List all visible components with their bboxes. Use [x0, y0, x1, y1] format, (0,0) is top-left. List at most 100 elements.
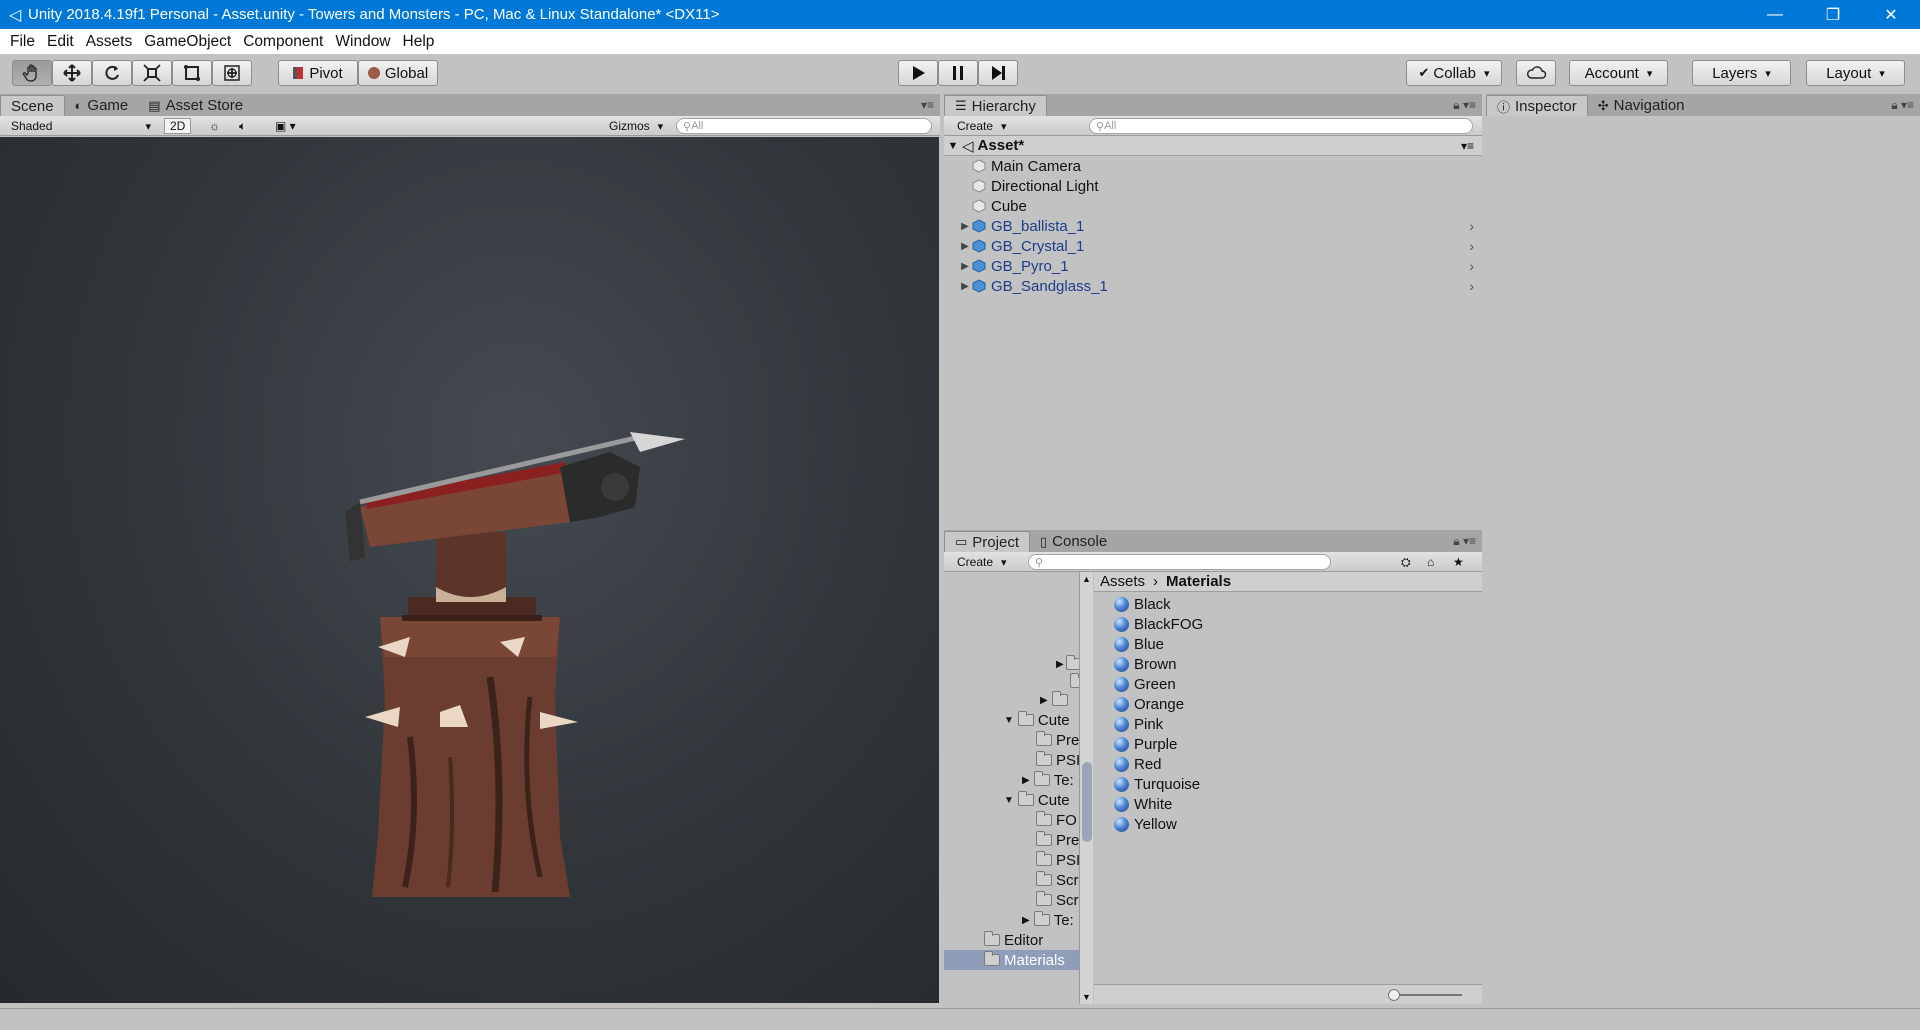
- pivot-toggle[interactable]: Pivot: [278, 60, 358, 86]
- scroll-down-icon[interactable]: ▼: [1082, 992, 1091, 1002]
- expand-arrow-icon[interactable]: ▶: [958, 241, 972, 252]
- tab-inspector[interactable]: ⓘ Inspector: [1486, 95, 1588, 116]
- hierarchy-item[interactable]: ▶ GB_Pyro_1 ›: [944, 256, 1482, 276]
- tree-folder-row[interactable]: ▼ Cute: [1004, 790, 1070, 810]
- tree-folder-row[interactable]: ▶: [1040, 690, 1072, 710]
- tree-folder-row[interactable]: PSI: [1036, 750, 1079, 770]
- hierarchy-item[interactable]: Cube: [944, 196, 1482, 216]
- tree-folder-row[interactable]: FO: [1036, 810, 1077, 830]
- tab-scene[interactable]: Scene: [0, 95, 65, 116]
- filter-by-label-icon[interactable]: ⌂: [1422, 554, 1439, 570]
- lock-icon[interactable]: 🔒︎ ▾≡: [1453, 534, 1476, 549]
- lighting-toggle-icon[interactable]: ☼: [204, 118, 225, 134]
- tab-navigation[interactable]: ✣ Navigation: [1588, 95, 1695, 116]
- pause-button[interactable]: [938, 60, 978, 86]
- favorite-star-icon[interactable]: ★: [1448, 554, 1469, 570]
- tab-project[interactable]: ▭ Project: [944, 531, 1030, 552]
- rect-tool-icon[interactable]: [172, 60, 212, 86]
- rotate-tool-icon[interactable]: [92, 60, 132, 86]
- collab-dropdown[interactable]: ✔ Collab: [1406, 60, 1502, 86]
- scale-tool-icon[interactable]: [132, 60, 172, 86]
- menu-gameobject[interactable]: GameObject: [138, 33, 237, 51]
- lock-icon[interactable]: 🔒︎ ▾≡: [1453, 98, 1476, 113]
- panel-menu-icon[interactable]: ▾≡: [921, 98, 934, 112]
- step-button[interactable]: [978, 60, 1018, 86]
- audio-toggle-icon[interactable]: 🔈︎: [234, 118, 251, 134]
- tab-hierarchy[interactable]: ☰ Hierarchy: [944, 95, 1047, 116]
- layers-dropdown[interactable]: Layers: [1692, 60, 1791, 86]
- scene-search-input[interactable]: ⚲ All: [676, 118, 932, 134]
- hierarchy-item[interactable]: Directional Light: [944, 176, 1482, 196]
- tab-game[interactable]: ◐ Game: [65, 95, 139, 116]
- expand-arrow-icon[interactable]: ▶: [958, 281, 972, 292]
- hierarchy-item[interactable]: ▶ GB_Crystal_1 ›: [944, 236, 1482, 256]
- menu-help[interactable]: Help: [397, 33, 441, 51]
- project-tree-scrollbar[interactable]: ▲ ▼: [1079, 572, 1093, 1004]
- breadcrumb-materials[interactable]: Materials: [1166, 573, 1231, 590]
- material-item[interactable]: Turquoise: [1114, 774, 1200, 794]
- chevron-right-icon[interactable]: ›: [1469, 218, 1474, 234]
- layout-dropdown[interactable]: Layout: [1806, 60, 1905, 86]
- toggle-2d-button[interactable]: 2D: [164, 118, 192, 134]
- expand-arrow-icon[interactable]: ▶: [1040, 695, 1048, 706]
- material-item[interactable]: Red: [1114, 754, 1162, 774]
- expand-arrow-icon[interactable]: ▶: [958, 221, 972, 232]
- tree-folder-row[interactable]: Pre: [1036, 830, 1079, 850]
- lock-icon[interactable]: 🔒︎ ▾≡: [1891, 98, 1914, 113]
- cloud-button[interactable]: [1516, 60, 1556, 86]
- tab-asset-store[interactable]: ▤ Asset Store: [138, 95, 253, 116]
- material-item[interactable]: Purple: [1114, 734, 1177, 754]
- material-item[interactable]: Yellow: [1114, 814, 1177, 834]
- shading-dropdown[interactable]: Shaded: [6, 118, 156, 134]
- tree-folder-row[interactable]: Pre: [1036, 730, 1079, 750]
- expand-arrow-icon[interactable]: ▼: [944, 140, 962, 152]
- chevron-right-icon[interactable]: ›: [1469, 238, 1474, 254]
- icon-size-slider-handle[interactable]: [1388, 989, 1400, 1001]
- account-dropdown[interactable]: Account: [1569, 60, 1668, 86]
- tree-folder-row-selected[interactable]: Materials: [944, 950, 1079, 970]
- expand-arrow-icon[interactable]: ▶: [1022, 775, 1030, 786]
- menu-component[interactable]: Component: [237, 33, 329, 51]
- gizmos-dropdown[interactable]: Gizmos: [604, 118, 668, 134]
- chevron-right-icon[interactable]: ›: [1469, 258, 1474, 274]
- hierarchy-search-input[interactable]: ⚲ All: [1089, 118, 1473, 134]
- scene-viewport[interactable]: [0, 137, 939, 1003]
- move-tool-icon[interactable]: [52, 60, 92, 86]
- hierarchy-item[interactable]: ▶ GB_Sandglass_1 ›: [944, 276, 1482, 296]
- icon-size-slider[interactable]: [1392, 994, 1462, 996]
- expand-arrow-icon[interactable]: ▼: [1004, 715, 1014, 726]
- play-button[interactable]: [898, 60, 938, 86]
- tree-folder-row[interactable]: Editor: [984, 930, 1043, 950]
- tree-arrow-icon[interactable]: ▶: [1056, 654, 1079, 674]
- menu-assets[interactable]: Assets: [80, 33, 139, 51]
- scene-root-row[interactable]: ▼ ◁ Asset* ▾≡: [944, 136, 1482, 156]
- hand-tool-icon[interactable]: [12, 60, 52, 86]
- chevron-right-icon[interactable]: ›: [1469, 278, 1474, 294]
- material-item[interactable]: BlackFOG: [1114, 614, 1203, 634]
- tree-folder-row[interactable]: Scr: [1036, 870, 1079, 890]
- minimize-button[interactable]: —: [1746, 0, 1804, 29]
- hierarchy-create-dropdown[interactable]: Create: [952, 118, 1012, 134]
- breadcrumb-assets[interactable]: Assets: [1100, 573, 1145, 590]
- tree-folder-row[interactable]: ▼ Cute: [1004, 710, 1070, 730]
- menu-window[interactable]: Window: [329, 33, 396, 51]
- restore-button[interactable]: ❐: [1804, 0, 1862, 29]
- scene-menu-icon[interactable]: ▾≡: [1461, 139, 1474, 153]
- material-item[interactable]: Blue: [1114, 634, 1164, 654]
- tree-folder-row[interactable]: PSI: [1036, 850, 1079, 870]
- close-button[interactable]: ✕: [1862, 0, 1920, 29]
- expand-arrow-icon[interactable]: ▶: [958, 261, 972, 272]
- expand-arrow-icon[interactable]: ▶: [1022, 915, 1030, 926]
- tree-folder-row[interactable]: ▶ Te:: [1022, 910, 1074, 930]
- menu-edit[interactable]: Edit: [41, 33, 80, 51]
- tree-folder-icon[interactable]: [1070, 672, 1079, 692]
- menu-file[interactable]: File: [4, 33, 41, 51]
- material-item[interactable]: Green: [1114, 674, 1176, 694]
- project-search-input[interactable]: ⚲: [1028, 554, 1331, 570]
- material-item[interactable]: Orange: [1114, 694, 1184, 714]
- scroll-up-icon[interactable]: ▲: [1082, 574, 1091, 584]
- transform-tool-icon[interactable]: [212, 60, 252, 86]
- effects-dropdown-icon[interactable]: ▣ ▾: [270, 118, 301, 134]
- project-create-dropdown[interactable]: Create: [952, 554, 1012, 570]
- material-item[interactable]: White: [1114, 794, 1172, 814]
